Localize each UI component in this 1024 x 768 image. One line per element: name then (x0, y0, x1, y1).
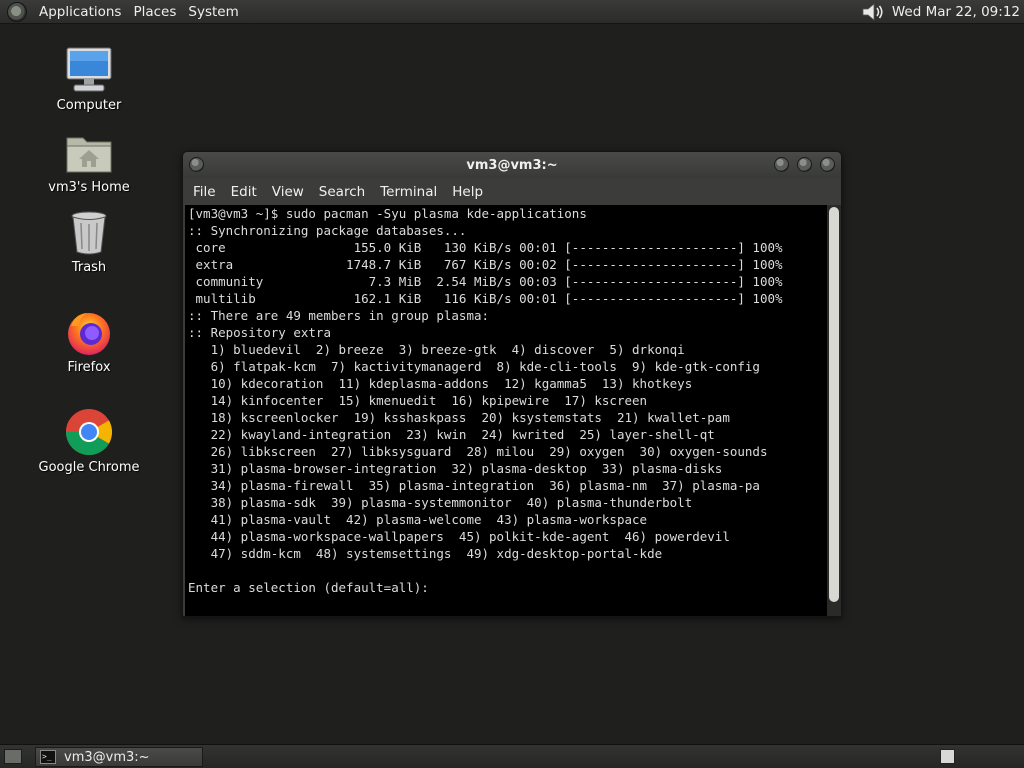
terminal-line: Enter a selection (default=all): (188, 580, 429, 595)
terminal-line: 26) libkscreen 27) libksysguard 28) milo… (188, 444, 768, 459)
desktop-icon-chrome[interactable]: Google Chrome (34, 406, 144, 475)
menu-system[interactable]: System (182, 4, 244, 20)
panel-tray: Wed Mar 22, 09:12 (860, 1, 1024, 23)
menu-terminal[interactable]: Terminal (374, 184, 444, 200)
menu-search[interactable]: Search (313, 184, 372, 200)
trash-icon (63, 206, 115, 258)
terminal-line: :: Synchronizing package databases... (188, 223, 467, 238)
terminal-line: core 155.0 KiB 130 KiB/s 00:01 [--------… (188, 240, 783, 255)
desktop-icon-firefox[interactable]: Firefox (34, 306, 144, 375)
maximize-button[interactable] (797, 157, 812, 172)
terminal-output[interactable]: [vm3@vm3 ~]$ sudo pacman -Syu plasma kde… (185, 205, 827, 616)
terminal-scrollbar[interactable] (827, 205, 841, 616)
clock[interactable]: Wed Mar 22, 09:12 (892, 4, 1024, 20)
taskbar-item-terminal[interactable]: >_ vm3@vm3:~ (35, 747, 203, 767)
window-title: vm3@vm3:~ (466, 157, 558, 173)
home-folder-icon (63, 126, 115, 178)
terminal-line: [vm3@vm3 ~]$ sudo pacman -Syu plasma kde… (188, 206, 587, 221)
show-desktop-icon[interactable] (4, 749, 22, 764)
desktop-icon-computer[interactable]: Computer (34, 44, 144, 113)
scrollbar-thumb[interactable] (829, 207, 839, 602)
terminal-line: 18) kscreenlocker 19) ksshaskpass 20) ks… (188, 410, 730, 425)
firefox-icon (63, 306, 115, 358)
terminal-line: community 7.3 MiB 2.54 MiB/s 00:03 [----… (188, 274, 783, 289)
terminal-line: 1) bluedevil 2) breeze 3) breeze-gtk 4) … (188, 342, 685, 357)
terminal-menubar: File Edit View Search Terminal Help (183, 178, 841, 205)
desktop-icon-label: Google Chrome (38, 460, 140, 475)
terminal-line: 44) plasma-workspace-wallpapers 45) polk… (188, 529, 730, 544)
desktop-icon-label: Trash (71, 260, 107, 275)
window-titlebar[interactable]: vm3@vm3:~ (183, 152, 841, 178)
desktop-icon-label: vm3's Home (48, 180, 130, 195)
volume-icon[interactable] (860, 1, 886, 23)
minimize-button[interactable] (774, 157, 789, 172)
menu-file[interactable]: File (187, 184, 223, 200)
terminal-line: multilib 162.1 KiB 116 KiB/s 00:01 [----… (188, 291, 783, 306)
terminal-line: 47) sddm-kcm 48) systemsettings 49) xdg-… (188, 546, 663, 561)
desktop-icon-home[interactable]: vm3's Home (34, 126, 144, 195)
computer-icon (63, 44, 115, 96)
bottom-panel: >_ vm3@vm3:~ (0, 744, 1024, 768)
terminal-line: 34) plasma-firewall 35) plasma-integrati… (188, 478, 760, 493)
terminal-line: 41) plasma-vault 42) plasma-welcome 43) … (188, 512, 648, 527)
terminal-icon: >_ (40, 750, 56, 764)
terminal-window[interactable]: vm3@vm3:~ File Edit View Search Terminal… (182, 151, 842, 617)
menu-view[interactable]: View (266, 184, 311, 200)
close-button[interactable] (820, 157, 835, 172)
menu-edit[interactable]: Edit (225, 184, 264, 200)
terminal-line: :: There are 49 members in group plasma: (188, 308, 490, 323)
terminal-text: [vm3@vm3 ~]$ sudo pacman -Syu plasma kde… (188, 205, 783, 596)
terminal-line: 38) plasma-sdk 39) plasma-systemmonitor … (188, 495, 693, 510)
taskbar-item-label: vm3@vm3:~ (64, 749, 150, 765)
terminal-line: 6) flatpak-kcm 7) kactivitymanagerd 8) k… (188, 359, 760, 374)
desktop-icon-label: Computer (56, 98, 122, 113)
menu-places[interactable]: Places (127, 4, 182, 20)
chrome-icon (63, 406, 115, 458)
window-menu-icon[interactable] (189, 157, 204, 172)
workspace-switcher[interactable] (940, 749, 955, 764)
menu-applications[interactable]: Applications (33, 4, 127, 20)
terminal-line: 14) kinfocenter 15) kmenuedit 16) kpipew… (188, 393, 648, 408)
terminal-line: 22) kwayland-integration 23) kwin 24) kw… (188, 427, 715, 442)
desktop-icon-trash[interactable]: Trash (34, 206, 144, 275)
terminal-line: :: Repository extra (188, 325, 331, 340)
distro-logo-icon[interactable] (7, 1, 27, 22)
terminal-line: extra 1748.7 KiB 767 KiB/s 00:02 [------… (188, 257, 783, 272)
desktop-icon-label: Firefox (67, 360, 111, 375)
menu-help[interactable]: Help (446, 184, 490, 200)
top-panel: Applications Places System Wed Mar 22, 0… (0, 0, 1024, 24)
terminal-line: 10) kdecoration 11) kdeplasma-addons 12)… (188, 376, 693, 391)
terminal-line: 31) plasma-browser-integration 32) plasm… (188, 461, 723, 476)
